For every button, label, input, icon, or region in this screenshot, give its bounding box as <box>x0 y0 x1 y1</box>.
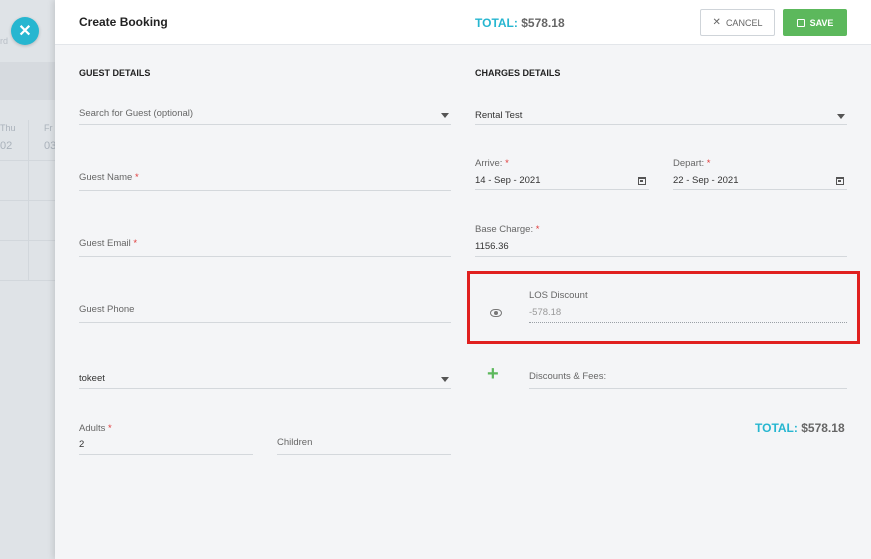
los-discount-value: -578.18 <box>529 307 562 318</box>
cancel-button[interactable]: ✕ CANCEL <box>700 9 775 36</box>
charges-total-label: TOTAL: <box>755 421 798 435</box>
page-title: Create Booking <box>79 15 168 29</box>
base-charge-field[interactable]: Base Charge: * 1156.36 <box>475 222 847 257</box>
close-icon: ✕ <box>18 23 32 40</box>
save-icon <box>796 18 805 27</box>
guest-name-field[interactable]: Guest Name * <box>79 168 451 191</box>
chevron-down-icon <box>441 377 449 382</box>
booking-source-value: tokeet <box>79 373 105 384</box>
charges-total-value: $578.18 <box>801 421 845 435</box>
depart-value: 22 - Sep - 2021 <box>673 175 739 186</box>
rental-value: Rental Test <box>475 110 523 121</box>
charges-total: TOTAL: $578.18 <box>755 421 845 435</box>
create-booking-panel: Create Booking TOTAL: $578.18 ✕ CANCEL S… <box>55 0 871 559</box>
children-field[interactable]: Children <box>277 432 451 455</box>
panel-header: Create Booking TOTAL: $578.18 ✕ CANCEL S… <box>55 0 871 45</box>
children-label: Children <box>277 437 313 448</box>
header-total-value: $578.18 <box>521 16 565 30</box>
background-day-num: 02 <box>0 140 13 152</box>
guest-phone-field[interactable]: Guest Phone <box>79 300 451 323</box>
los-discount-field: LOS Discount -578.18 <box>529 288 847 323</box>
los-discount-label: LOS Discount <box>529 290 588 301</box>
add-discount-icon[interactable]: + <box>487 364 499 384</box>
chevron-down-icon <box>837 114 845 119</box>
calendar-icon[interactable] <box>836 177 844 185</box>
background-divider <box>0 160 60 161</box>
depart-label: Depart: * <box>673 158 711 169</box>
guest-phone-label: Guest Phone <box>79 304 135 315</box>
arrive-label: Arrive: * <box>475 158 509 169</box>
discounts-fees-label: Discounts & Fees: <box>529 371 607 382</box>
booking-source-select[interactable]: tokeet <box>79 370 451 389</box>
base-charge-label: Base Charge: * <box>475 224 540 235</box>
arrive-date-field[interactable]: Arrive: * 14 - Sep - 2021 <box>475 156 649 190</box>
adults-label: Adults * <box>79 423 112 434</box>
background-divider <box>0 240 60 241</box>
guest-details-title: GUEST DETAILS <box>79 68 151 78</box>
depart-date-field[interactable]: Depart: * 22 - Sep - 2021 <box>673 156 847 190</box>
guest-email-field[interactable]: Guest Email * <box>79 234 451 257</box>
chevron-down-icon <box>441 113 449 118</box>
background-page: rd Thu 02 Fr 03 <box>0 0 60 559</box>
background-day-name: Thu <box>0 123 16 133</box>
save-button[interactable]: SAVE <box>783 9 847 36</box>
close-icon: ✕ <box>712 17 721 28</box>
background-divider <box>28 120 29 280</box>
background-day-name: Fr <box>44 123 53 133</box>
eye-icon[interactable] <box>490 309 502 317</box>
charges-details-title: CHARGES DETAILS <box>475 68 561 78</box>
background-divider <box>0 280 60 281</box>
header-total-label: TOTAL: <box>475 16 518 30</box>
close-panel-button[interactable]: ✕ <box>11 17 39 45</box>
background-text: rd <box>0 36 9 46</box>
guest-name-label: Guest Name * <box>79 172 139 183</box>
guest-search-select[interactable]: Search for Guest (optional) <box>79 106 451 125</box>
guest-search-placeholder: Search for Guest (optional) <box>79 108 194 119</box>
arrive-value: 14 - Sep - 2021 <box>475 175 541 186</box>
rental-select[interactable]: Rental Test <box>475 107 847 125</box>
calendar-icon[interactable] <box>638 177 646 185</box>
discounts-fees-field[interactable]: Discounts & Fees: <box>529 366 847 389</box>
save-button-label: SAVE <box>809 17 834 28</box>
base-charge-value: 1156.36 <box>475 241 509 252</box>
background-header-strip <box>0 62 60 100</box>
cancel-button-label: CANCEL <box>725 17 763 28</box>
guest-email-label: Guest Email * <box>79 238 138 249</box>
header-total: TOTAL: $578.18 <box>475 16 565 30</box>
adults-value: 2 <box>79 439 85 450</box>
adults-field[interactable]: Adults * 2 <box>79 421 253 455</box>
background-divider <box>0 200 60 201</box>
